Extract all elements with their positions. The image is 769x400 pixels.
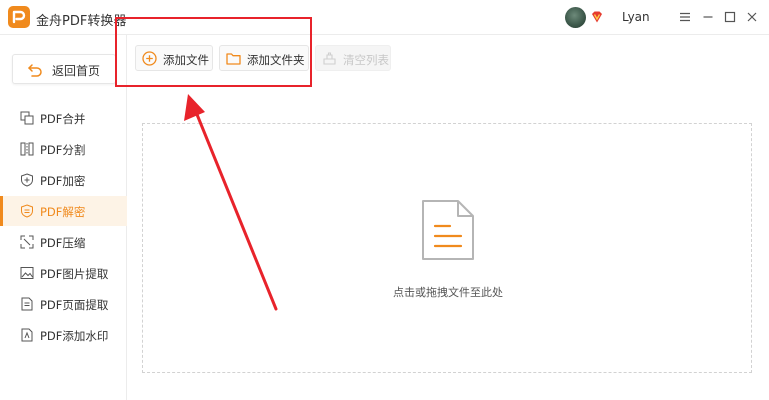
app-logo-icon: [8, 6, 30, 28]
sidebar-item-label: PDF合并: [40, 112, 86, 126]
page-icon: [21, 297, 33, 311]
menu-icon[interactable]: [677, 9, 693, 25]
file-drop-zone[interactable]: 点击或拖拽文件至此处: [142, 123, 752, 373]
sidebar-item-merge[interactable]: PDF合并: [0, 103, 127, 133]
sidebar-item-label: PDF添加水印: [40, 329, 109, 343]
sidebar-item-label: PDF加密: [40, 174, 86, 188]
split-icon: [20, 142, 34, 156]
watermark-icon: [21, 328, 33, 342]
drop-hint-text: 点击或拖拽文件至此处: [393, 286, 503, 299]
sidebar-item-label: PDF解密: [40, 205, 86, 219]
vip-badge-icon[interactable]: [590, 10, 604, 24]
minimize-icon[interactable]: [700, 9, 716, 25]
avatar[interactable]: [565, 7, 586, 28]
sidebar-item-label: PDF压缩: [40, 236, 86, 250]
clear-list-label: 清空列表: [343, 53, 389, 67]
sidebar-item-label: PDF页面提取: [40, 298, 109, 312]
app-window: 金舟PDF转换器 Lyan 返回首页 PDF合并 PDF分割 PDF加密 PDF…: [0, 0, 769, 400]
highlight-box: [115, 17, 312, 87]
sidebar-item-watermark[interactable]: PDF添加水印: [0, 320, 127, 350]
sidebar-item-image-extract[interactable]: PDF图片提取: [0, 258, 127, 288]
back-arrow-icon: [28, 64, 42, 77]
sidebar-item-page-extract[interactable]: PDF页面提取: [0, 289, 127, 319]
clear-icon: [323, 52, 336, 65]
sidebar-item-label: PDF分割: [40, 143, 86, 157]
back-home-button[interactable]: 返回首页: [12, 54, 116, 84]
sidebar-item-label: PDF图片提取: [40, 267, 109, 281]
sidebar-item-split[interactable]: PDF分割: [0, 134, 127, 164]
sidebar-item-decrypt[interactable]: PDF解密: [0, 196, 127, 226]
close-icon[interactable]: [744, 9, 760, 25]
shield-plus-icon: [21, 173, 33, 187]
image-icon: [20, 267, 34, 279]
clear-list-button[interactable]: 清空列表: [315, 45, 391, 71]
maximize-icon[interactable]: [722, 9, 738, 25]
compress-icon: [20, 235, 34, 249]
app-title: 金舟PDF转换器: [36, 14, 127, 29]
shield-check-icon: [21, 204, 33, 218]
sidebar-item-compress[interactable]: PDF压缩: [0, 227, 127, 257]
username[interactable]: Lyan: [622, 10, 650, 24]
back-home-label: 返回首页: [52, 64, 101, 78]
document-icon: [422, 200, 474, 260]
sidebar: 返回首页 PDF合并 PDF分割 PDF加密 PDF解密 PDF压缩 PDF图片…: [0, 35, 127, 400]
merge-icon: [20, 111, 34, 125]
sidebar-item-encrypt[interactable]: PDF加密: [0, 165, 127, 195]
